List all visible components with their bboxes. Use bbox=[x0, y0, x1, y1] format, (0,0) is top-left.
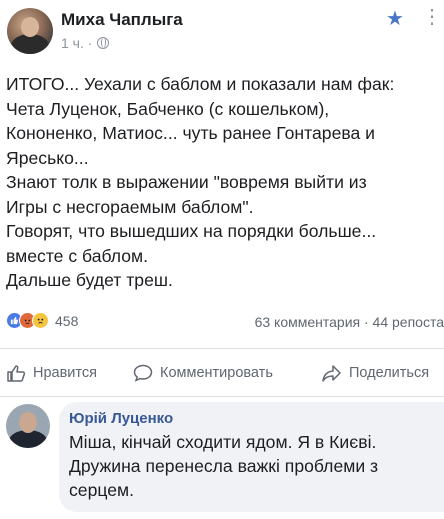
share-button[interactable]: Поделиться bbox=[322, 364, 429, 382]
globe-icon bbox=[97, 37, 110, 49]
share-label: Поделиться bbox=[349, 365, 430, 381]
author-name[interactable]: Миха Чаплыга bbox=[61, 10, 183, 30]
author-avatar[interactable] bbox=[7, 8, 53, 54]
reaction-count: 458 bbox=[55, 312, 79, 329]
comment-text: Міша, кінчай сходити ядом. Я в Києві. Др… bbox=[69, 432, 379, 500]
divider bbox=[0, 348, 444, 349]
comment-bubble: Юрій Луценко Міша, кінчай сходити ядом. … bbox=[59, 402, 444, 512]
share-icon bbox=[322, 365, 341, 382]
action-bar: Нравится Комментировать Поделиться bbox=[0, 352, 444, 396]
comment-author[interactable]: Юрій Луценко bbox=[69, 410, 434, 427]
thumbs-up-icon bbox=[7, 365, 26, 382]
sad-reaction-icon bbox=[32, 312, 49, 329]
commenter-avatar[interactable] bbox=[6, 404, 50, 448]
comment-icon bbox=[133, 364, 153, 382]
comment-button[interactable]: Комментировать bbox=[133, 364, 273, 382]
reactions-summary[interactable]: 458 bbox=[6, 312, 78, 329]
comments-shares-count[interactable]: 63 комментария · 44 репоста bbox=[255, 314, 444, 330]
more-icon[interactable]: ⋮ bbox=[422, 4, 442, 29]
avatar-face bbox=[19, 412, 37, 433]
post-time[interactable]: 1 ч. · bbox=[61, 35, 92, 51]
comment-label: Комментировать bbox=[160, 365, 273, 381]
like-button[interactable]: Нравится bbox=[6, 364, 97, 382]
post-header: Миха Чаплыга 1 ч. · ★ ⋮ bbox=[0, 0, 444, 62]
post-meta: 1 ч. · bbox=[61, 35, 110, 51]
divider bbox=[0, 396, 444, 397]
avatar-body bbox=[11, 34, 49, 54]
avatar-face bbox=[21, 17, 39, 37]
star-icon[interactable]: ★ bbox=[386, 6, 404, 31]
post-text: ИТОГО... Уехали с баблом и показали нам … bbox=[6, 74, 395, 290]
like-label: Нравится bbox=[33, 365, 97, 381]
